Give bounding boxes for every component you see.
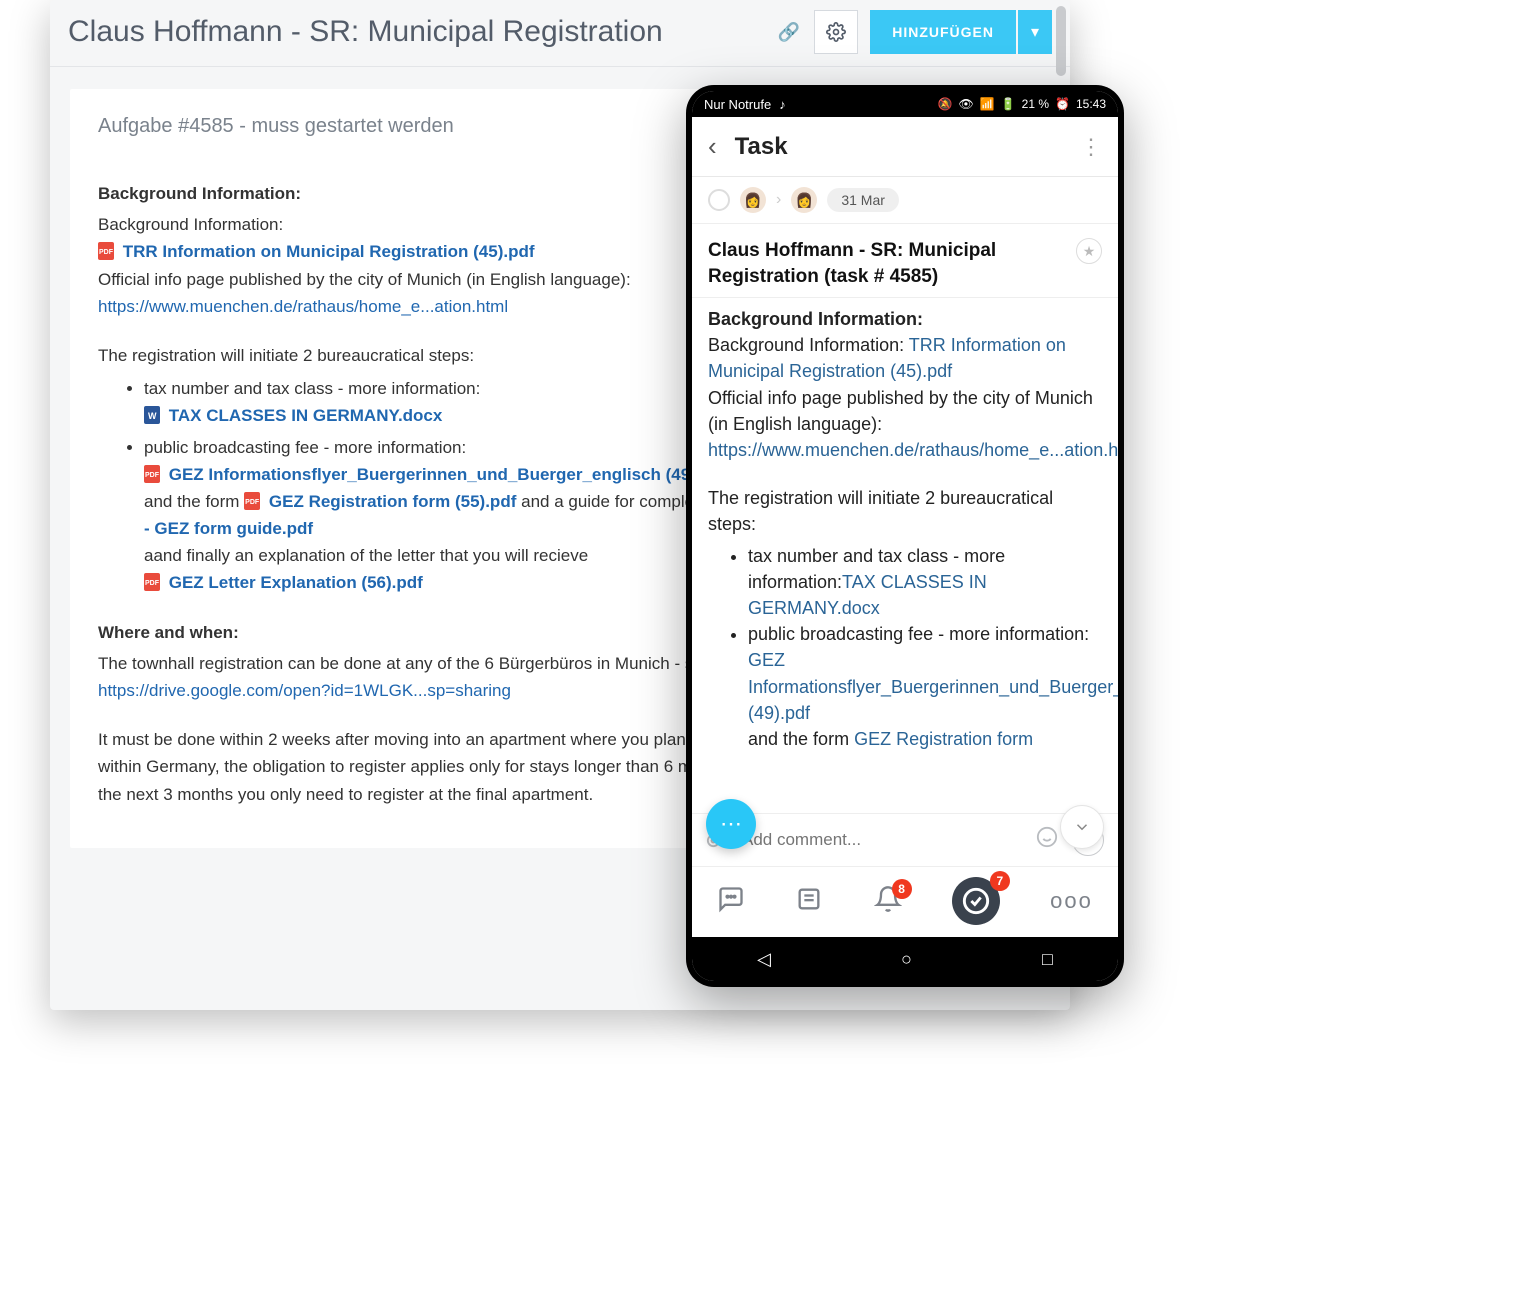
mute-icon: 🔕: [938, 97, 953, 111]
mobile-screen: Nur Notrufe ♪ 🔕 👁 📶 🔋 21 % ⏰ 15:43 ‹ Tas…: [692, 91, 1118, 981]
fab-button[interactable]: ⋯: [706, 799, 756, 849]
battery-pct: 21 %: [1022, 97, 1049, 111]
scroll-down-button[interactable]: [1060, 805, 1104, 849]
attachment-link[interactable]: GEZ Letter Explanation (56).pdf: [169, 573, 423, 592]
attachment-link[interactable]: TRR Information on Municipal Registratio…: [123, 242, 535, 261]
nav-chat[interactable]: [717, 885, 745, 918]
breadcrumb-row: 👩 › 👩 31 Mar: [692, 177, 1118, 224]
attachment-link[interactable]: GEZ Informationsflyer_Buergerinnen_und_B…: [169, 465, 727, 484]
status-circle[interactable]: [708, 189, 730, 211]
and-form-text: and the form: [748, 729, 854, 749]
android-back-button[interactable]: ◁: [757, 949, 771, 970]
li-text: tax number and tax class - more informat…: [144, 379, 480, 398]
pdf-icon: [144, 573, 160, 591]
nav-feed[interactable]: [795, 885, 823, 918]
attachment-link[interactable]: TAX CLASSES IN GERMANY.docx: [169, 406, 443, 425]
and-form-text: and the form: [144, 492, 244, 511]
list-item: tax number and tax class - more informat…: [748, 543, 1102, 621]
avatar[interactable]: 👩: [740, 187, 766, 213]
android-home-button[interactable]: ○: [901, 949, 912, 970]
attachment-link[interactable]: GEZ Registration form (55).pdf: [269, 492, 516, 511]
notification-badge: 8: [892, 879, 912, 899]
doc-icon: [144, 406, 160, 424]
avatar[interactable]: 👩: [791, 187, 817, 213]
task-body-mobile: Background Information: Background Infor…: [692, 298, 1118, 813]
carrier-text: Nur Notrufe: [704, 97, 771, 112]
list-item: public broadcasting fee - more informati…: [748, 621, 1102, 751]
link-icon[interactable]: 🔗: [778, 22, 800, 43]
settings-button[interactable]: [814, 10, 858, 54]
more-menu-button[interactable]: ⋮: [1080, 134, 1102, 160]
eye-icon: 👁: [959, 97, 974, 111]
external-link[interactable]: https://drive.google.com/open?id=1WLGK..…: [98, 681, 511, 700]
external-link[interactable]: https://www.muenchen.de/rathaus/home_e..…: [708, 440, 1118, 460]
desktop-header: Claus Hoffmann - SR: Municipal Registrat…: [50, 0, 1070, 67]
reg-intro: The registration will initiate 2 bureauc…: [708, 485, 1102, 537]
section-heading-background: Background Information:: [708, 306, 1102, 332]
star-button[interactable]: ★: [1076, 238, 1102, 264]
battery-icon: 🔋: [1001, 97, 1016, 111]
app-header: ‹ Task ⋮: [692, 117, 1118, 177]
wifi-icon: 📶: [980, 97, 995, 111]
comment-input[interactable]: [742, 830, 1022, 850]
pdf-icon: [98, 242, 114, 260]
mobile-device: Nur Notrufe ♪ 🔕 👁 📶 🔋 21 % ⏰ 15:43 ‹ Tas…: [686, 85, 1124, 987]
music-icon: ♪: [779, 97, 786, 112]
android-recent-button[interactable]: □: [1042, 949, 1053, 970]
steps-list: tax number and tax class - more informat…: [748, 543, 1102, 752]
back-button[interactable]: ‹: [708, 131, 717, 162]
nav-tasks[interactable]: 7: [952, 877, 1000, 925]
bottom-nav: 8 7 ooo: [692, 866, 1118, 937]
external-link[interactable]: https://www.muenchen.de/rathaus/home_e..…: [98, 297, 508, 316]
task-title-row: Claus Hoffmann - SR: Municipal Registrat…: [692, 224, 1118, 298]
emoji-icon[interactable]: [1036, 826, 1058, 854]
attachment-link[interactable]: GEZ Informationsflyer_Buergerinnen_und_B…: [748, 650, 1118, 722]
attachment-link[interactable]: GEZ Registration form: [854, 729, 1033, 749]
pdf-icon: [144, 465, 160, 483]
nav-more[interactable]: ooo: [1050, 888, 1093, 914]
date-chip[interactable]: 31 Mar: [827, 188, 899, 212]
official-info-text: Official info page published by the city…: [708, 385, 1102, 437]
add-button-dropdown[interactable]: ▾: [1018, 10, 1052, 54]
li-text: public broadcasting fee - more informati…: [748, 624, 1089, 644]
android-nav-bar: ◁ ○ □: [692, 937, 1118, 981]
app-title: Task: [735, 133, 1080, 161]
li-text: public broadcasting fee - more informati…: [144, 438, 466, 457]
chevron-right-icon: ›: [776, 191, 781, 209]
pdf-icon: [244, 492, 260, 510]
clock-text: 15:43: [1076, 97, 1106, 111]
nav-notifications[interactable]: 8: [874, 885, 902, 918]
background-sub: Background Information:: [708, 335, 909, 355]
add-button[interactable]: HINZUFÜGEN: [870, 10, 1016, 54]
task-title: Claus Hoffmann - SR: Municipal Registrat…: [708, 238, 1068, 289]
tasks-badge: 7: [990, 871, 1010, 891]
page-title: Claus Hoffmann - SR: Municipal Registrat…: [68, 15, 768, 49]
alarm-icon: ⏰: [1055, 97, 1070, 111]
android-statusbar: Nur Notrufe ♪ 🔕 👁 📶 🔋 21 % ⏰ 15:43: [692, 91, 1118, 117]
